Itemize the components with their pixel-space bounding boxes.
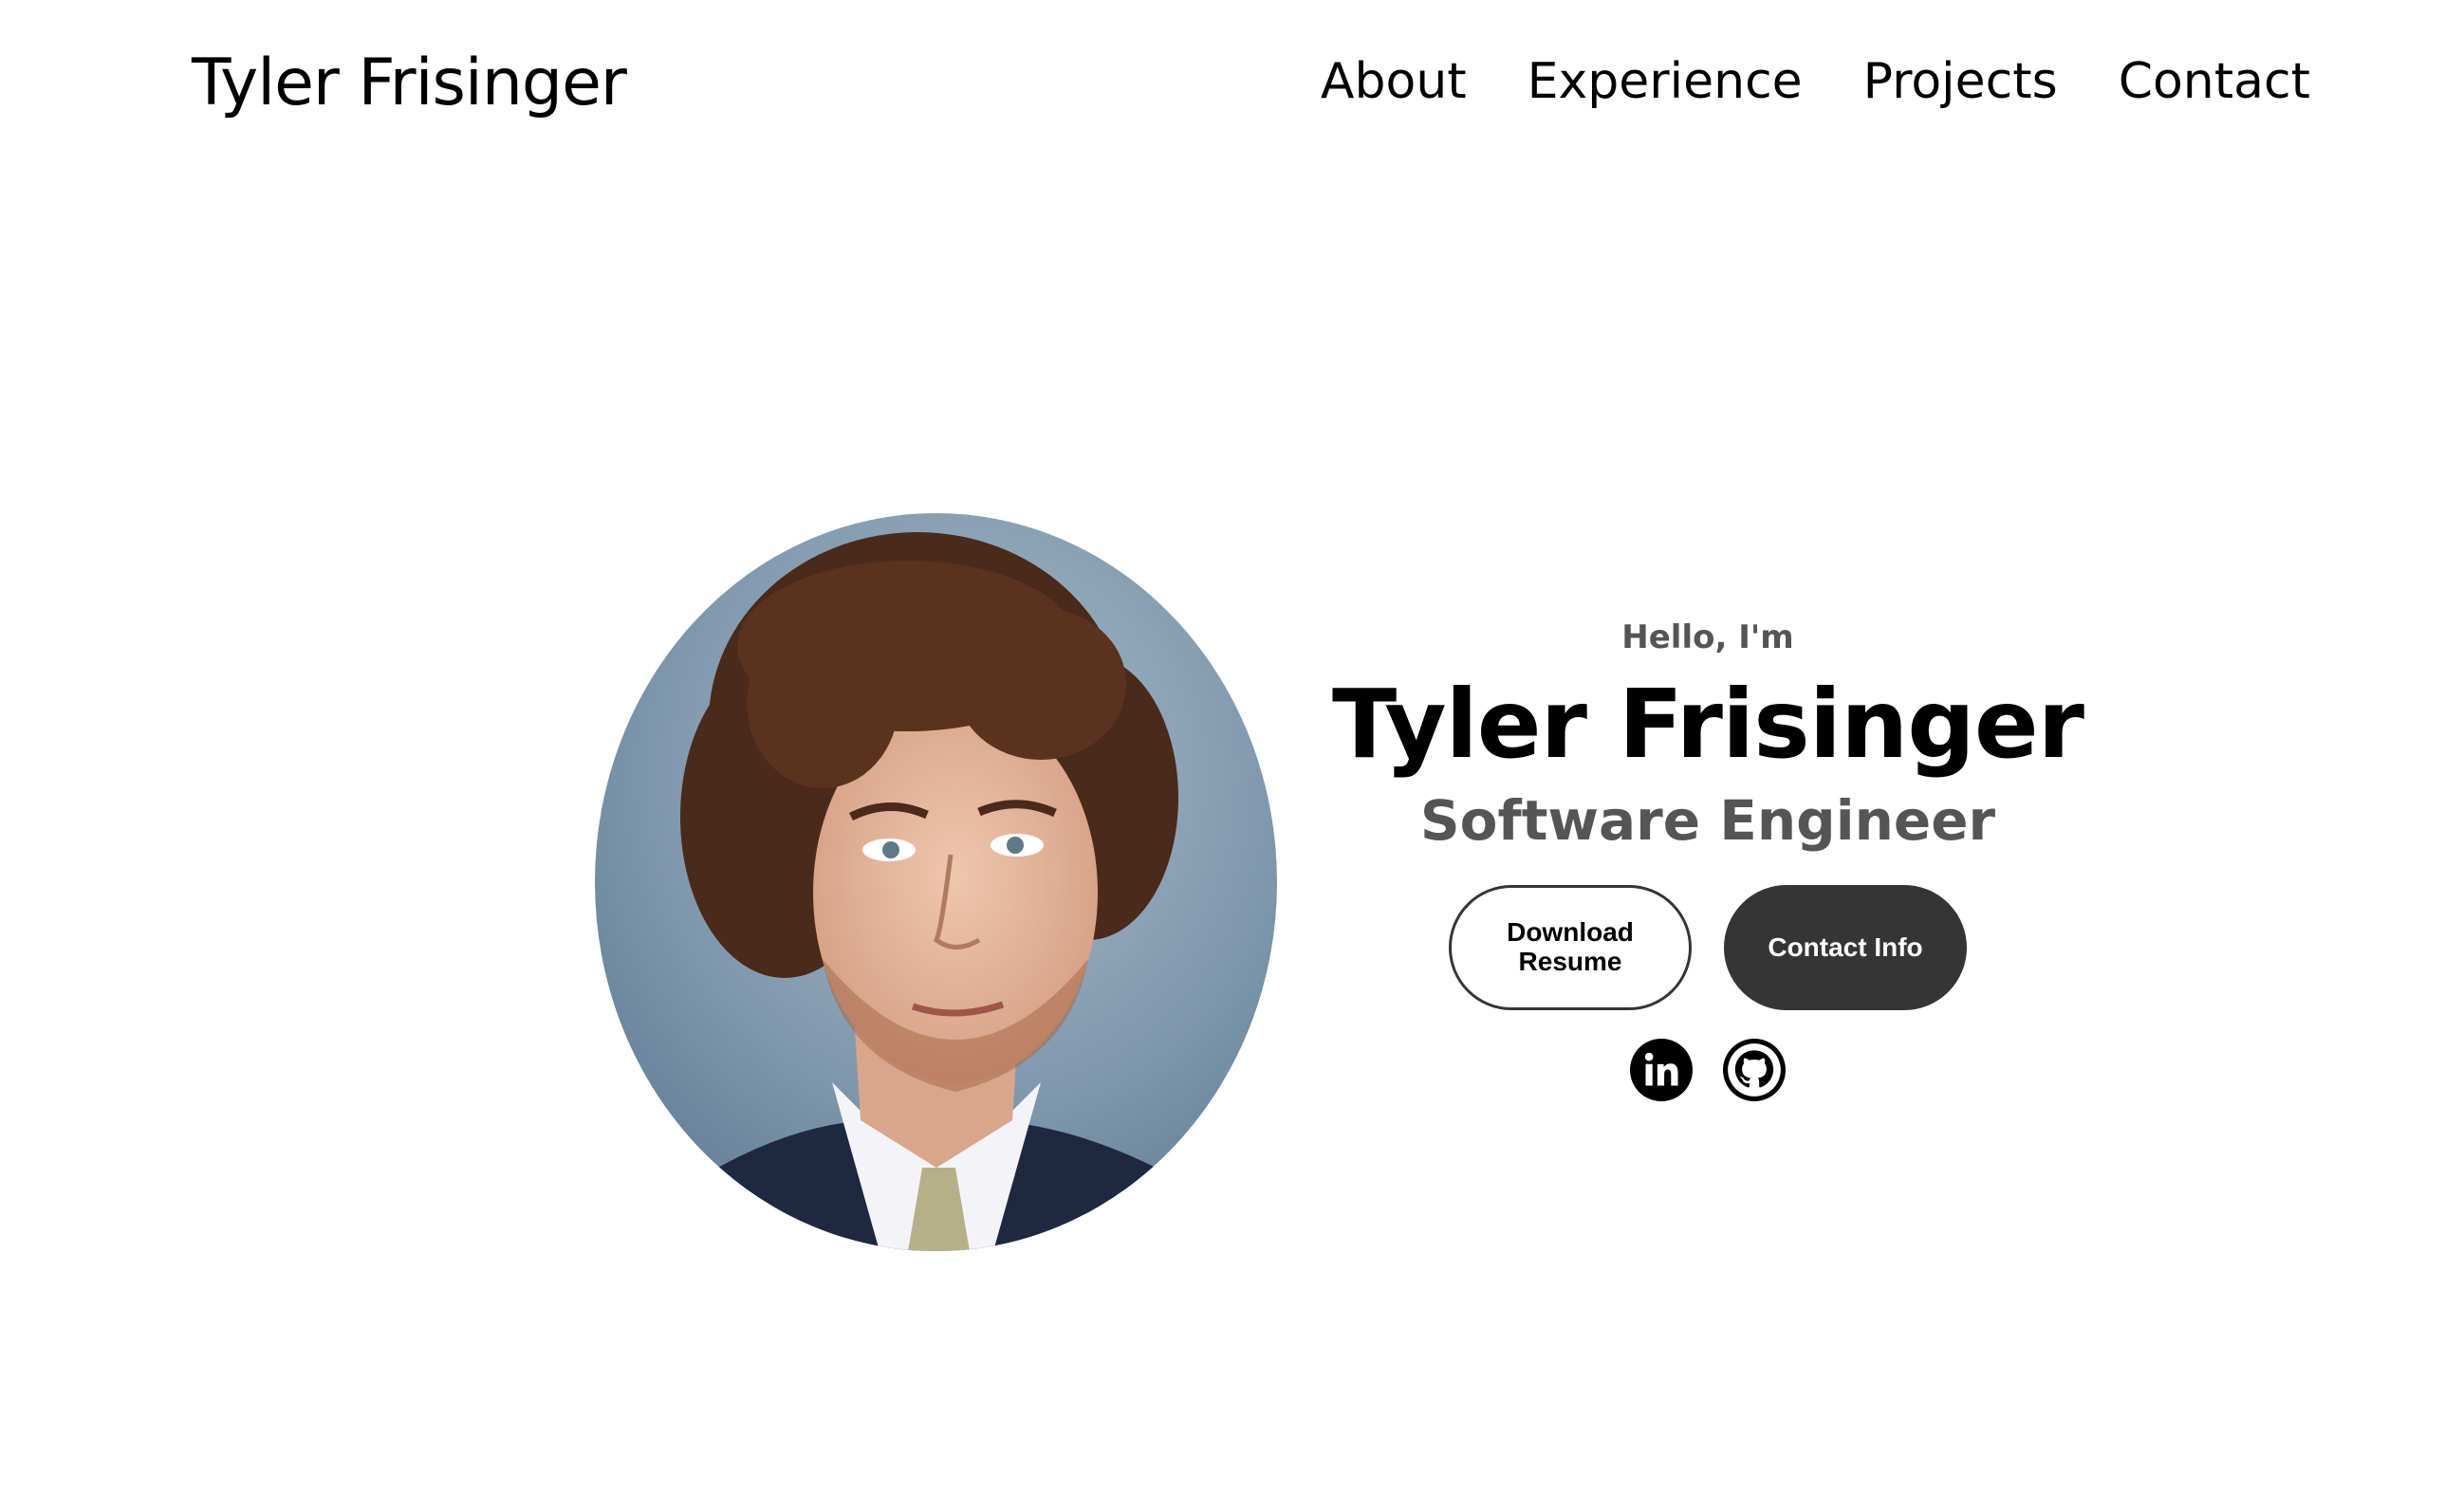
github-icon[interactable] — [1723, 1039, 1786, 1101]
nav-link-projects[interactable]: Projects — [1863, 53, 2058, 110]
hero-job-title: Software Engineer — [1419, 788, 1996, 853]
page: Tyler Frisinger About Experience Project… — [0, 0, 2463, 1512]
nav-link-experience[interactable]: Experience — [1528, 53, 1803, 110]
profile-photo-graphic — [595, 513, 1277, 1251]
nav-link-contact[interactable]: Contact — [2119, 53, 2310, 110]
social-links — [1328, 1039, 2087, 1101]
site-logo[interactable]: Tyler Frisinger — [192, 46, 627, 120]
hero-name: Tyler Frisinger — [1332, 669, 2084, 780]
hero-text: Hello, I'm Tyler Frisinger Software Engi… — [1328, 607, 2087, 1101]
contact-info-button[interactable]: Contact Info — [1724, 885, 1967, 1010]
nav-link-about[interactable]: About — [1321, 53, 1467, 110]
main-nav: About Experience Projects Contact — [1321, 53, 2310, 110]
download-resume-button[interactable]: Download Resume — [1449, 885, 1692, 1010]
greeting-text: Hello, I'm — [1621, 618, 1794, 656]
profile-photo — [595, 513, 1277, 1251]
hero-buttons: Download Resume Contact Info — [1328, 885, 2087, 1010]
linkedin-icon[interactable] — [1630, 1039, 1693, 1101]
